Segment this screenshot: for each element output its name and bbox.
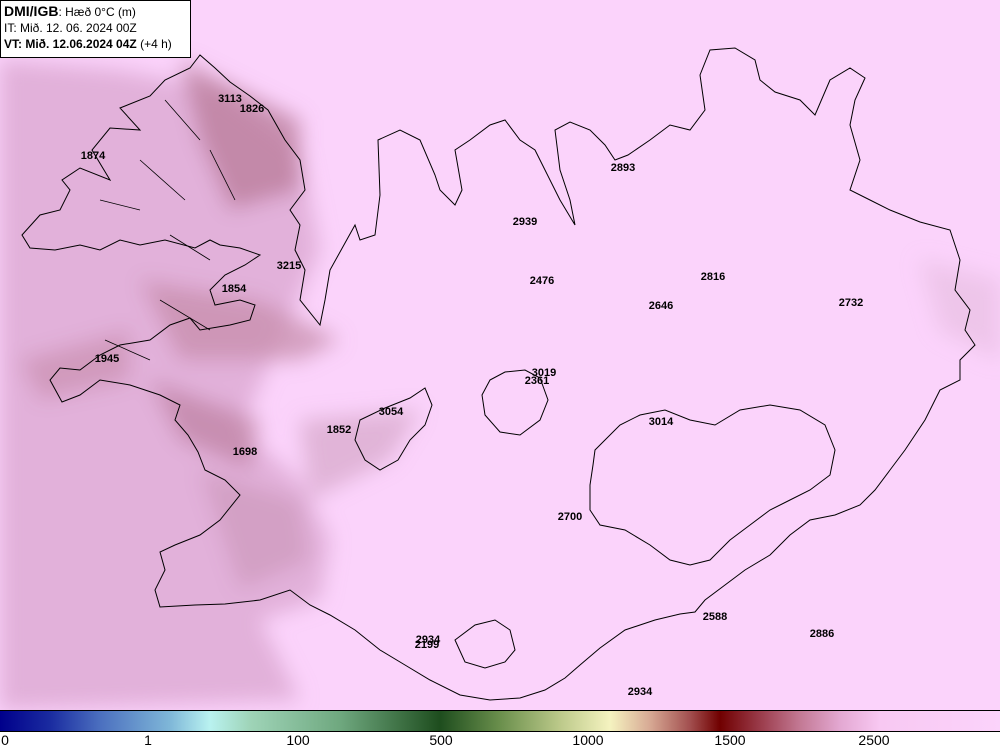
- map-canvas[interactable]: [0, 0, 1000, 710]
- parameter-label: : Hæð 0°C (m): [58, 5, 136, 19]
- value-label: 2816: [700, 271, 726, 283]
- value-label: 3014: [648, 416, 674, 428]
- colorbar-tick: 0: [1, 732, 9, 748]
- value-label: 2893: [610, 162, 636, 174]
- brand-label: DMI/IGB: [4, 3, 59, 19]
- colorbar-ticks: 0 1 100 500 1000 1500 2500: [0, 732, 1000, 750]
- colorbar-tick: 2500: [858, 732, 890, 748]
- value-label: 2646: [648, 300, 674, 312]
- init-time: IT: Mið. 12. 06. 2024 00Z: [4, 21, 137, 35]
- colorbar-tick: 1000: [572, 732, 604, 748]
- value-label: 1698: [232, 446, 258, 458]
- value-label: 1874: [80, 150, 106, 162]
- colorbar-tick: 100: [286, 732, 310, 748]
- colorbar: [0, 710, 1000, 732]
- value-label: 3113: [218, 93, 242, 105]
- colorbar-tick: 500: [429, 732, 453, 748]
- value-label: 1945: [94, 353, 120, 365]
- value-label: 2588: [702, 611, 728, 623]
- title-box: DMI/IGB: Hæð 0°C (m) IT: Mið. 12. 06. 20…: [0, 0, 191, 58]
- value-label: 2476: [529, 275, 555, 287]
- value-label: 2700: [557, 511, 583, 523]
- valid-offset: (+4 h): [136, 37, 172, 51]
- value-label: 2732: [838, 297, 864, 309]
- value-label: 2199: [414, 639, 440, 651]
- value-label: 1852: [326, 424, 352, 436]
- colorbar-tick: 1500: [714, 732, 746, 748]
- value-label: 2934: [627, 686, 653, 698]
- value-label: 1826: [239, 103, 265, 115]
- value-label: 3054: [378, 406, 404, 418]
- value-label: 2886: [809, 628, 835, 640]
- value-label: 1854: [221, 283, 247, 295]
- value-label: 3215: [276, 260, 302, 272]
- valid-time: VT: Mið. 12.06.2024 04Z: [4, 37, 137, 51]
- colorbar-tick: 1: [144, 732, 152, 748]
- value-label: 2361: [524, 375, 550, 387]
- value-label: 2939: [512, 216, 538, 228]
